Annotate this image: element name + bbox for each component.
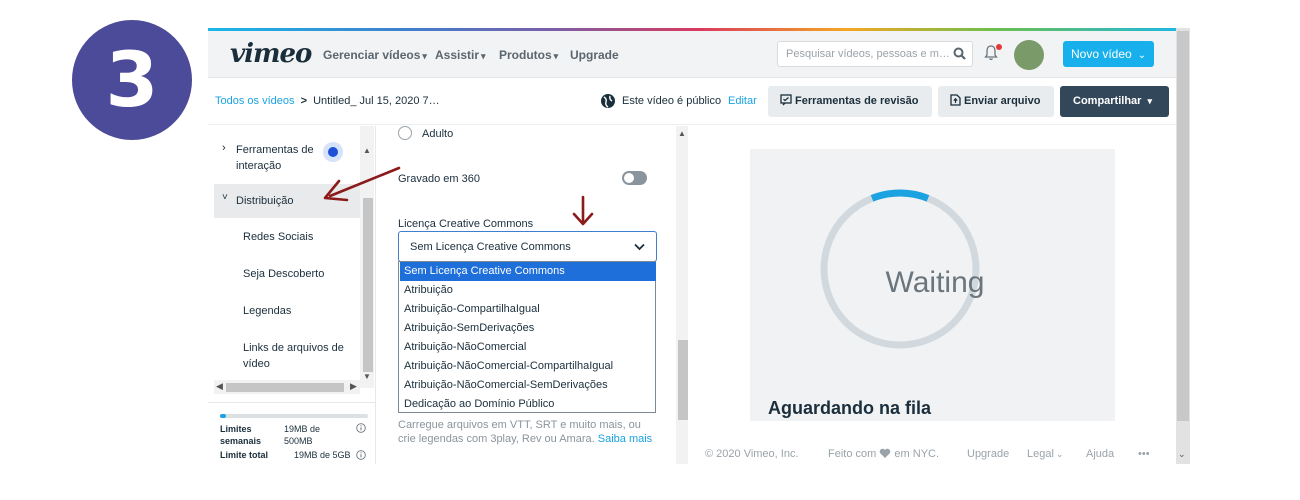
interaction-tools-indicator-dot [328,147,338,157]
chevron-down-icon: ▾ [481,51,486,61]
notification-dot [996,44,1002,50]
vimeo-screenshot: vimeo Gerenciar vídeos ▾ Assistir ▾ Produt… [208,28,1190,464]
nav-upgrade[interactable]: Upgrade [570,48,619,62]
license-options-list: Sem Licença Creative Commons Atribuição … [398,261,656,413]
nav-watch[interactable]: Assistir ▾ [435,48,486,62]
license-select[interactable]: Sem Licença Creative Commons [398,231,657,262]
total-limit-value: 19MB de 5GB [294,450,351,460]
settings-panel-scroll-thumb[interactable] [678,340,688,420]
learn-more-link[interactable]: Saiba mais [598,433,652,445]
share-button[interactable]: Compartilhar ▾ [1060,86,1169,117]
review-icon [780,94,792,106]
license-option[interactable]: Atribuição-SemDerivações [400,319,656,338]
license-option[interactable]: Atribuição-NãoComercial [400,338,656,357]
search-input[interactable]: Pesquisar vídeos, pessoas e m… [777,41,973,67]
captions-help-line2: crie legendas com 3play, Rev ou Amara. S… [398,433,653,445]
scroll-right-arrow-icon[interactable]: ▶ [350,381,357,392]
upload-file-button[interactable]: Enviar arquivo [938,86,1054,117]
globe-icon [601,94,615,108]
license-label: Licença Creative Commons [398,218,534,230]
license-option[interactable]: Atribuição-CompartilhaIgual [400,300,656,319]
settings-sidebar: › Ferramentas de interação ˅ Distribuiçã… [208,126,376,464]
step-number-badge: 3 [72,20,192,140]
breadcrumb-all-videos-link[interactable]: Todos os vídeos [215,95,295,107]
chevron-down-icon: ˅ [222,192,228,203]
scroll-up-arrow-icon[interactable]: ▲ [678,129,686,138]
license-option[interactable]: Dedicação ao Domínio Público [400,395,656,414]
waiting-text: Waiting [885,266,985,299]
footer-more-icon[interactable]: ••• [1138,448,1150,460]
new-video-button[interactable]: Novo vídeo ⌄ [1063,41,1154,67]
avatar[interactable] [1014,40,1044,70]
info-icon[interactable] [356,423,366,433]
queue-status-heading: Aguardando na fila [768,398,932,418]
divider [208,402,376,403]
nav-manage-videos[interactable]: Gerenciar vídeos ▾ [323,48,427,62]
license-option[interactable]: Atribuição [400,281,656,300]
chevron-down-icon: ▾ [422,51,427,61]
footer-upgrade-link[interactable]: Upgrade [967,448,1009,460]
progress-ring-arc [870,189,930,202]
weekly-limits-label-1: Limites [220,424,252,434]
breadcrumb-current: Untitled_ Jul 15, 2020 7… [313,95,440,107]
license-option[interactable]: Atribuição-NãoComercial-SemDerivações [400,376,656,395]
search-icon[interactable] [952,46,968,62]
breadcrumb-separator: > [300,95,307,107]
scroll-left-arrow-icon[interactable]: ◀ [216,381,223,392]
chevron-down-icon: ⌄ [1137,50,1147,61]
chevron-down-icon: ▾ [1147,96,1152,106]
sidebar-hscroll-thumb[interactable] [226,383,344,392]
toggle-knob [624,173,634,183]
sidebar-item-interaction-tools-line2[interactable]: interação [236,160,281,172]
weekly-limits-value-1: 19MB de [284,424,321,434]
search-placeholder: Pesquisar vídeos, pessoas e m… [786,48,950,60]
sidebar-item-interaction-tools-line1[interactable]: Ferramentas de [236,144,314,156]
breadcrumb: Todos os vídeos > Untitled_ Jul 15, 2020… [215,95,440,107]
adult-label: Adulto [422,128,454,140]
sidebar-item-distribution-label: Distribuição [236,195,294,207]
info-icon[interactable] [356,450,366,460]
sidebar-item-discover[interactable]: Seja Descoberto [243,268,324,280]
file-upload-icon [950,94,961,106]
recorded-360-label: Gravado em 360 [398,173,480,185]
footer-made-with: Feito com em NYC. [828,448,940,460]
footer-copyright: © 2020 Vimeo, Inc. [705,448,799,460]
sidebar-scroll-thumb[interactable] [363,198,373,372]
weekly-limit-bar [220,414,368,418]
weekly-limit-bar-fill [220,414,226,418]
video-header-bar: Todos os vídeos > Untitled_ Jul 15, 2020… [208,79,1176,125]
captions-help-line1: Carregue arquivos em VTT, SRT e muito ma… [398,419,641,431]
page-scroll-thumb[interactable] [1177,31,1189,421]
public-status-text: Este vídeo é público [622,95,722,107]
chevron-down-icon: ⌄ [1055,449,1064,459]
review-tools-button[interactable]: Ferramentas de revisão [768,86,932,117]
scroll-up-arrow-icon[interactable]: ▲ [363,146,371,155]
license-option[interactable]: Sem Licença Creative Commons [400,262,656,281]
weekly-limits-value-2: 500MB [284,436,313,446]
top-navigation-bar: vimeo Gerenciar vídeos ▾ Assistir ▾ Produt… [208,31,1176,78]
heart-icon [880,448,891,458]
vimeo-logo[interactable]: vimeo [230,39,312,69]
weekly-limits-label-2: semanais [220,436,262,446]
scroll-down-arrow-icon[interactable]: ⌄ [1178,449,1186,460]
license-select-value: Sem Licença Creative Commons [410,241,571,253]
nav-products[interactable]: Produtos ▾ [499,48,558,62]
sidebar-item-file-links-line1[interactable]: Links de arquivos de [243,342,344,354]
sidebar-item-social[interactable]: Redes Sociais [243,231,313,243]
footer-help-link[interactable]: Ajuda [1086,448,1114,460]
edit-privacy-link[interactable]: Editar [728,95,757,107]
footer-legal-link[interactable]: Legal ⌄ [1027,448,1063,460]
sidebar-item-file-links-line2[interactable]: vídeo [243,358,270,370]
chevron-down-icon: ▾ [553,51,559,61]
license-option[interactable]: Atribuição-NãoComercial-CompartilhaIgual [400,357,656,376]
sidebar-item-captions[interactable]: Legendas [243,305,291,317]
total-limit-label: Limite total [220,450,269,460]
chevron-right-icon: › [222,142,226,154]
scroll-down-arrow-icon[interactable]: ▼ [363,372,371,381]
chevron-down-icon [634,243,645,251]
adult-radio[interactable] [398,126,412,140]
